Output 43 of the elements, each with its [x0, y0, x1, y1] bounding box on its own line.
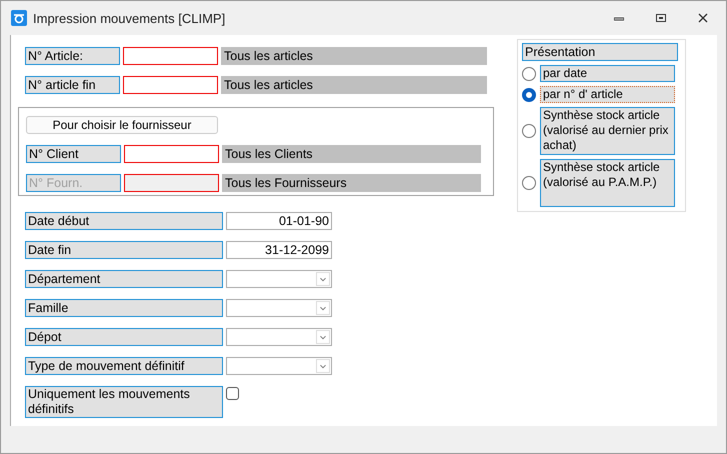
close-icon — [698, 13, 708, 23]
restore-icon — [656, 13, 666, 23]
field-label: Département — [25, 270, 223, 288]
description-text: Tous les Clients — [222, 145, 481, 163]
option-label[interactable]: Synthèse stock article (valorisé au P.A.M.P.) — [540, 159, 675, 207]
app-icon — [11, 10, 27, 26]
option-label[interactable]: par n° d' article — [540, 86, 675, 103]
description-text: Tous les articles — [221, 47, 487, 65]
input-field[interactable] — [124, 145, 219, 163]
radio-button[interactable] — [522, 124, 536, 138]
choose-supplier-button[interactable]: Pour choisir le fournisseur — [26, 116, 218, 134]
field-label: Type de mouvement définitif — [25, 357, 223, 375]
dropdown[interactable] — [226, 357, 332, 375]
dropdown[interactable] — [226, 270, 332, 288]
option-label[interactable]: par date — [540, 65, 675, 82]
checkbox[interactable] — [226, 387, 239, 400]
field-label: Date début — [25, 212, 223, 230]
window-title: Impression mouvements [CLIMP] — [33, 10, 226, 26]
chevron-down-icon — [316, 330, 330, 344]
option-label[interactable]: Synthèse stock article (valorisé au dernier prix achat) — [540, 107, 675, 155]
panel-title: Présentation — [522, 43, 678, 61]
dropdown[interactable] — [226, 328, 332, 346]
dropdown[interactable] — [226, 299, 332, 317]
chevron-down-icon — [316, 301, 330, 315]
description-text: Tous les articles — [221, 76, 487, 94]
input-field[interactable] — [123, 76, 218, 94]
field-label: Famille — [25, 299, 223, 317]
field-label: N° article fin — [25, 76, 120, 94]
input-field[interactable] — [123, 47, 218, 65]
field-label: Dépot — [25, 328, 223, 346]
chevron-down-icon — [316, 272, 330, 286]
field-label: Uniquement les mouvements définitifs — [25, 386, 223, 418]
input-field[interactable]: 31-12-2099 — [226, 241, 332, 259]
field-label: N° Client — [26, 145, 121, 163]
radio-button[interactable] — [522, 176, 536, 190]
radio-button[interactable] — [522, 88, 536, 102]
field-label: N° Fourn. — [26, 174, 121, 192]
chevron-down-icon — [316, 359, 330, 373]
radio-button[interactable] — [522, 66, 536, 80]
field-label: N° Article: — [25, 47, 120, 65]
description-text: Tous les Fournisseurs — [222, 174, 481, 192]
input-field[interactable]: 01-01-90 — [226, 212, 332, 230]
field-label: Date fin — [25, 241, 223, 259]
